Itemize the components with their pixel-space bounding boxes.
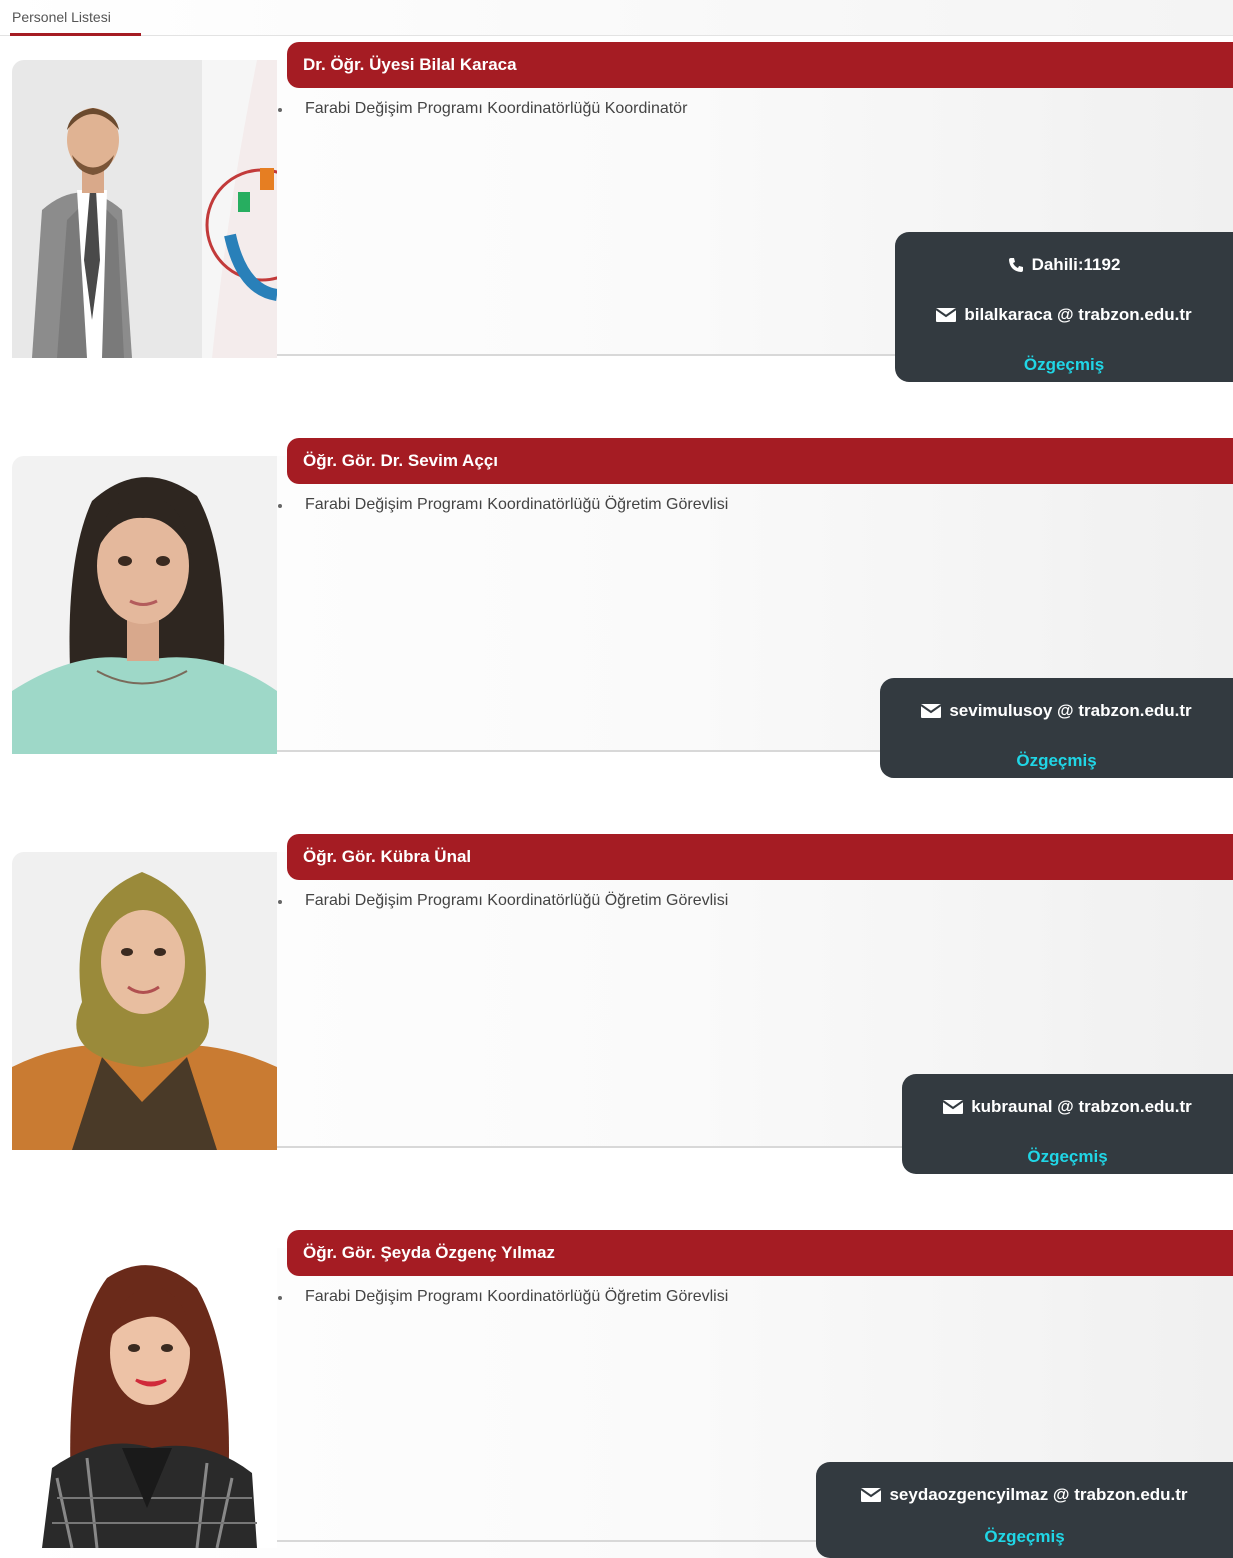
list-bullet xyxy=(278,504,282,508)
staff-name: Öğr. Gör. Dr. Sevim Aççı xyxy=(303,451,498,470)
staff-name-bar: Öğr. Gör. Şeyda Özgenç Yılmaz xyxy=(287,1230,1233,1276)
list-bullet xyxy=(278,1296,282,1300)
staff-card: Öğr. Gör. Şeyda Özgenç Yılmaz Farabi Değ… xyxy=(10,1230,1233,1558)
card-divider xyxy=(277,354,917,356)
envelope-icon xyxy=(921,704,942,718)
card-divider xyxy=(277,1540,837,1542)
email-text[interactable]: bilalkaraca @ trabzon.edu.tr xyxy=(964,305,1191,325)
staff-name: Öğr. Gör. Kübra Ünal xyxy=(303,847,472,866)
email-text[interactable]: sevimulusoy @ trabzon.edu.tr xyxy=(949,701,1191,721)
staff-card: Öğr. Gör. Dr. Sevim Aççı Farabi Değişim … xyxy=(10,438,1233,778)
email-text[interactable]: kubraunal @ trabzon.edu.tr xyxy=(971,1097,1192,1117)
staff-name-bar: Dr. Öğr. Üyesi Bilal Karaca xyxy=(287,42,1233,88)
phone-row: Dahili:1192 xyxy=(925,240,1203,290)
staff-role: Farabi Değişim Programı Koordinatörlüğü … xyxy=(305,496,729,513)
cv-link[interactable]: Özgeçmiş xyxy=(925,340,1203,390)
email-row: sevimulusoy @ trabzon.edu.tr xyxy=(910,686,1203,736)
list-bullet xyxy=(278,108,282,112)
contact-box: Dahili:1192 bilalkaraca @ trabzon.edu.tr… xyxy=(895,232,1233,382)
staff-photo xyxy=(12,1248,277,1548)
staff-photo xyxy=(12,852,277,1150)
envelope-icon xyxy=(943,1100,964,1114)
card-divider xyxy=(277,750,897,752)
email-row: seydaozgencyilmaz @ trabzon.edu.tr xyxy=(846,1470,1203,1520)
staff-photo xyxy=(12,456,277,754)
staff-photo xyxy=(12,60,277,358)
envelope-icon xyxy=(936,308,957,322)
phone-text: Dahili:1192 xyxy=(1031,255,1121,274)
staff-name: Dr. Öğr. Üyesi Bilal Karaca xyxy=(303,55,517,74)
contact-box: seydaozgencyilmaz @ trabzon.edu.tr Özgeç… xyxy=(816,1462,1233,1558)
staff-role: Farabi Değişim Programı Koordinatörlüğü … xyxy=(305,1288,729,1305)
envelope-icon xyxy=(861,1488,882,1502)
tab-bar: Personel Listesi xyxy=(0,0,1233,36)
card-divider xyxy=(277,1146,917,1148)
staff-name: Öğr. Gör. Şeyda Özgenç Yılmaz xyxy=(303,1243,555,1262)
contact-box: kubraunal @ trabzon.edu.tr Özgeçmiş xyxy=(902,1074,1233,1174)
cv-link[interactable]: Özgeçmiş xyxy=(846,1520,1203,1554)
email-row: bilalkaraca @ trabzon.edu.tr xyxy=(925,290,1203,340)
email-row: kubraunal @ trabzon.edu.tr xyxy=(932,1082,1203,1132)
staff-name-bar: Öğr. Gör. Dr. Sevim Aççı xyxy=(287,438,1233,484)
phone-icon xyxy=(1008,257,1024,273)
tab-personel-listesi[interactable]: Personel Listesi xyxy=(10,6,141,36)
staff-card: Dr. Öğr. Üyesi Bilal Karaca Farabi Değiş… xyxy=(10,42,1233,382)
list-bullet xyxy=(278,900,282,904)
staff-name-bar: Öğr. Gör. Kübra Ünal xyxy=(287,834,1233,880)
contact-box: sevimulusoy @ trabzon.edu.tr Özgeçmiş xyxy=(880,678,1233,778)
staff-card: Öğr. Gör. Kübra Ünal Farabi Değişim Prog… xyxy=(10,834,1233,1174)
staff-role: Farabi Değişim Programı Koordinatörlüğü … xyxy=(305,100,688,117)
cv-link[interactable]: Özgeçmiş xyxy=(910,736,1203,786)
staff-role: Farabi Değişim Programı Koordinatörlüğü … xyxy=(305,892,729,909)
cv-link[interactable]: Özgeçmiş xyxy=(932,1132,1203,1182)
email-text[interactable]: seydaozgencyilmaz @ trabzon.edu.tr xyxy=(889,1485,1187,1505)
